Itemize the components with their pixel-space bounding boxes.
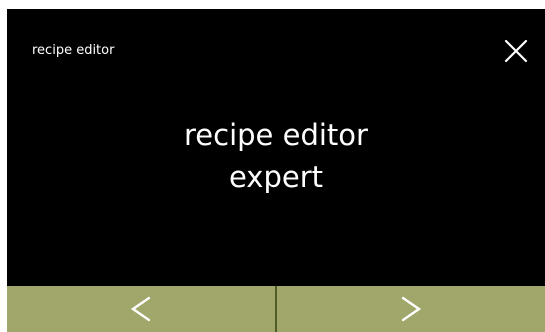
footer-nav: [7, 286, 545, 332]
close-button[interactable]: [500, 35, 532, 67]
mode-label-line2: expert: [228, 160, 324, 194]
mode-label: recipe editor expert: [7, 114, 545, 198]
chevron-left-icon: [130, 296, 151, 322]
next-button[interactable]: [277, 286, 545, 332]
mode-label-line1: recipe editor: [184, 118, 368, 152]
close-icon: [504, 39, 528, 63]
chevron-right-icon: [401, 296, 422, 322]
previous-button[interactable]: [7, 286, 277, 332]
display-screen: recipe editor recipe editor expert: [7, 9, 545, 332]
page-title: recipe editor: [32, 43, 115, 58]
